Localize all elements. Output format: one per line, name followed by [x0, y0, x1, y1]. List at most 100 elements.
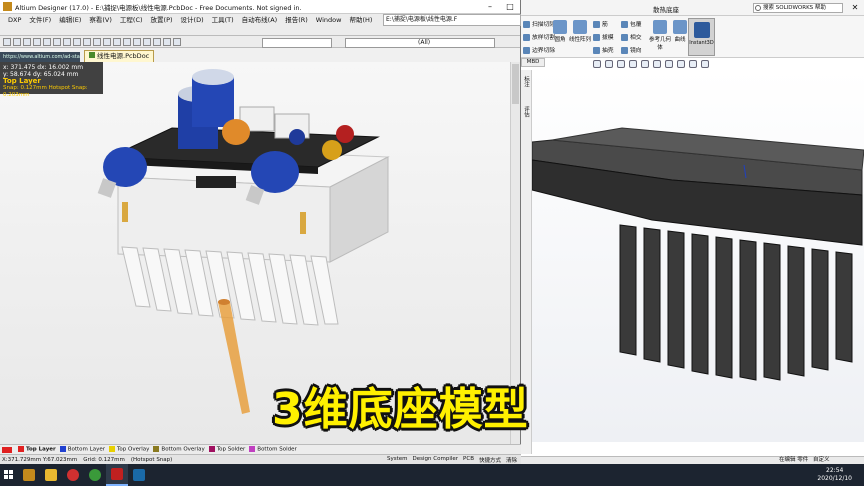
menu-autoroute[interactable]: 自动布线(A)	[238, 14, 282, 26]
taskbar-app-editor[interactable]	[128, 464, 150, 486]
menu-project[interactable]: 工程(C)	[116, 14, 147, 26]
taskbar-app-altium[interactable]	[18, 464, 40, 486]
altium-path-field[interactable]: E:\捕捉\电源板\线性电源.F	[383, 14, 521, 26]
zoom-to-fit-icon[interactable]	[593, 60, 601, 68]
layer-set-combo[interactable]	[262, 38, 332, 48]
panel-clear[interactable]: 清除	[506, 456, 517, 464]
select-icon[interactable]	[93, 37, 101, 46]
reference-geometry-icon	[653, 20, 667, 34]
sw-status-bar: 在编辑 零件 自定义	[521, 456, 864, 464]
btn-rib[interactable]: 筋	[593, 19, 608, 28]
print-icon[interactable]	[33, 37, 41, 46]
standoff-1	[122, 202, 128, 222]
small-capacitor-2	[336, 125, 354, 143]
measure-icon[interactable]	[173, 37, 181, 46]
sw-feature-ribbon: 扫描切除 放样切割 边界切除 圆角 线性阵列 筋 拔模 抽壳 包覆 相交 镜向 …	[521, 16, 864, 58]
via-icon[interactable]	[133, 37, 141, 46]
btn-shell[interactable]: 抽壳	[593, 45, 614, 54]
menu-help[interactable]: 帮助(H)	[345, 14, 376, 26]
section-view-icon[interactable]	[629, 60, 637, 68]
menu-edit[interactable]: 编辑(E)	[55, 14, 85, 26]
menu-view[interactable]: 察看(V)	[85, 14, 116, 26]
menu-tools[interactable]: 工具(T)	[208, 14, 238, 26]
draft-icon	[593, 34, 600, 41]
status-panels: System Design Compiler PCB 快捷方式 清除	[387, 456, 521, 464]
close-icon[interactable]: ✕	[848, 2, 862, 13]
altium-title-bar[interactable]: Altium Designer (17.0) - E:\捕捉\电源板\线性电源.…	[0, 0, 520, 14]
hud-x: x: 371.475 dx: 16.002 mm	[3, 64, 84, 71]
deselect-icon[interactable]	[113, 37, 121, 46]
view-orientation-icon[interactable]	[641, 60, 649, 68]
sw-title-bar[interactable]: 散热底座 搜索 SOLIDWORKS 帮助 ✕	[521, 0, 864, 16]
side-label-1[interactable]: 标注	[522, 76, 530, 87]
layer-tab-top-layer[interactable]: Top Layer	[18, 446, 56, 453]
layer-tab-bottom-layer[interactable]: Bottom Layer	[59, 446, 105, 453]
panel-system[interactable]: System	[387, 456, 408, 464]
panel-design-compiler[interactable]: Design Compiler	[413, 456, 459, 464]
zoom-area-icon[interactable]	[53, 37, 61, 46]
filter-combo[interactable]: (All)	[345, 38, 495, 48]
taskbar-app-folder[interactable]	[40, 464, 62, 486]
taskbar-clock[interactable]: 22:54 2020/12/10	[817, 467, 864, 483]
scene-icon[interactable]	[689, 60, 697, 68]
open-icon[interactable]	[13, 37, 21, 46]
sw-status-custom[interactable]: 自定义	[813, 457, 830, 464]
route-icon[interactable]	[123, 37, 131, 46]
panel-shortcuts[interactable]: 快捷方式	[479, 456, 501, 464]
btn-draft[interactable]: 拔模	[593, 32, 614, 41]
save-icon[interactable]	[23, 37, 31, 46]
view-settings-icon[interactable]	[701, 60, 709, 68]
scrollbar-thumb[interactable]	[512, 64, 519, 104]
menu-dxp[interactable]: DXP	[4, 14, 25, 26]
btn-linear-pattern[interactable]: 线性阵列	[568, 20, 592, 43]
menu-window[interactable]: Window	[312, 14, 346, 26]
video-caption: 3维底座模型	[272, 384, 529, 435]
btn-intersect[interactable]: 相交	[621, 32, 642, 41]
panel-pcb[interactable]: PCB	[463, 456, 474, 464]
btn-boundary-cut[interactable]: 边界切除	[523, 45, 555, 54]
start-button[interactable]	[0, 464, 18, 486]
curves-icon	[673, 20, 687, 34]
menu-design[interactable]: 设计(D)	[177, 14, 208, 26]
btn-fillet-label: 圆角	[554, 37, 566, 43]
appearance-icon[interactable]	[677, 60, 685, 68]
current-layer-swatch[interactable]	[2, 446, 12, 453]
taskbar-app-recorder[interactable]	[62, 464, 84, 486]
copy-icon[interactable]	[73, 37, 81, 46]
zoom-area-icon[interactable]	[605, 60, 613, 68]
polygon-icon[interactable]	[163, 37, 171, 46]
hide-show-icon[interactable]	[665, 60, 673, 68]
btn-instant3d[interactable]: Instant3D	[688, 18, 715, 56]
new-icon[interactable]	[3, 37, 11, 46]
altium-app-icon	[23, 469, 35, 481]
layer-tab-top-overlay[interactable]: Top Overlay	[109, 446, 149, 453]
side-label-2[interactable]: 评估	[522, 106, 530, 117]
tab-mbd[interactable]: MBD	[521, 58, 545, 67]
sw-graphics-area[interactable]	[532, 70, 864, 442]
btn-mirror[interactable]: 镜向	[621, 45, 642, 54]
zoom-fit-icon[interactable]	[43, 37, 51, 46]
btn-wrap[interactable]: 包覆	[621, 19, 642, 28]
maximize-icon[interactable]: □	[500, 1, 520, 13]
btn-instant3d-label: Instant3D	[689, 40, 714, 46]
display-style-icon[interactable]	[653, 60, 661, 68]
pad-icon[interactable]	[143, 37, 151, 46]
text-icon[interactable]	[153, 37, 161, 46]
taskbar-app-solidworks[interactable]	[106, 464, 128, 486]
taskbar-app-chrome[interactable]	[84, 464, 106, 486]
move-icon[interactable]	[103, 37, 111, 46]
windows-taskbar: 22:54 2020/12/10	[0, 464, 864, 486]
tab-pcb-document[interactable]: 线性电源.PcbDoc	[84, 50, 155, 62]
sw-help-search[interactable]: 搜索 SOLIDWORKS 帮助	[753, 3, 843, 13]
cut-icon[interactable]	[63, 37, 71, 46]
previous-view-icon[interactable]	[617, 60, 625, 68]
menu-file[interactable]: 文件(F)	[25, 14, 55, 26]
clock-time: 22:54	[826, 467, 844, 474]
layer-tab-bottom-solder[interactable]: Bottom Solder	[249, 446, 297, 453]
layer-tab-top-solder[interactable]: Top Solder	[208, 446, 245, 453]
paste-icon[interactable]	[83, 37, 91, 46]
layer-tab-bottom-overlay[interactable]: Bottom Overlay	[153, 446, 205, 453]
menu-reports[interactable]: 报告(R)	[281, 14, 312, 26]
minimize-icon[interactable]: –	[480, 1, 500, 13]
menu-place[interactable]: 放置(P)	[147, 14, 177, 26]
